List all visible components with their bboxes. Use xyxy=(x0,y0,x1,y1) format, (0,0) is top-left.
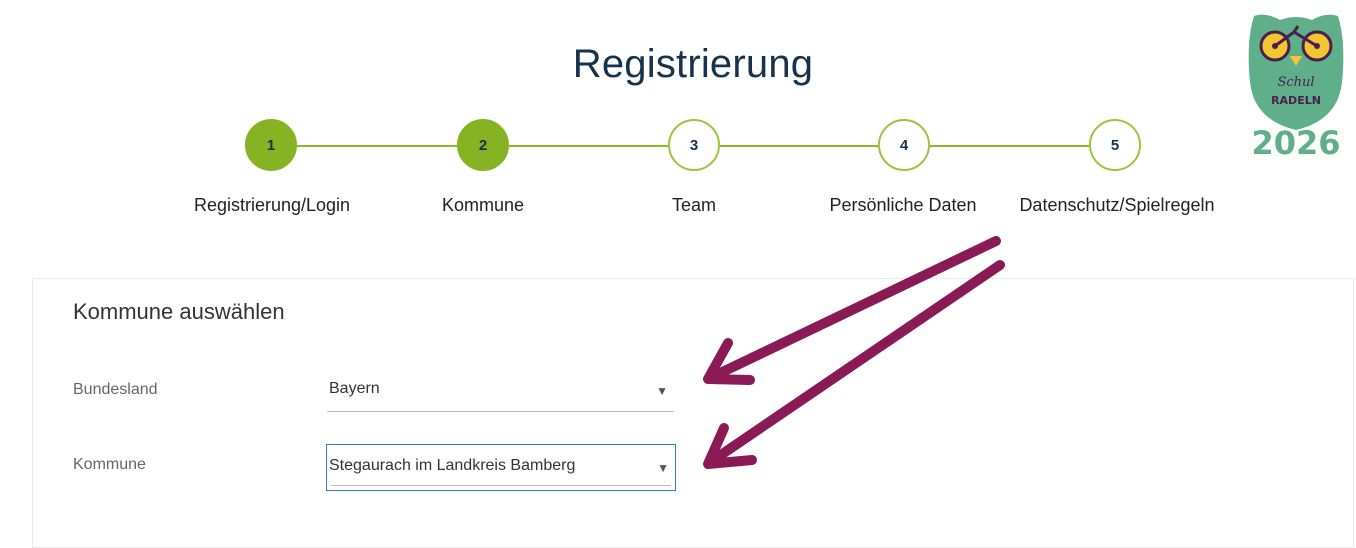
step-connector xyxy=(720,145,878,147)
step-5-label[interactable]: Datenschutz/Spielregeln xyxy=(997,195,1237,216)
select-underline xyxy=(327,411,674,412)
step-1-circle[interactable]: 1 xyxy=(245,119,297,171)
registration-stepper: 1 2 3 4 5 Registrierung/Login Kommune Te… xyxy=(0,0,1356,230)
step-connector xyxy=(509,145,668,147)
schulradeln-logo: Schul RADELN 2026 xyxy=(1248,14,1344,162)
step-2-number: 2 xyxy=(478,136,488,154)
logo-text-radeln: RADELN xyxy=(1271,94,1321,107)
form-title: Kommune auswählen xyxy=(73,299,285,324)
step-1-number: 1 xyxy=(266,136,276,154)
logo-year: 2026 xyxy=(1251,124,1340,162)
step-3-label[interactable]: Team xyxy=(574,195,814,216)
step-4-label[interactable]: Persönliche Daten xyxy=(783,195,1023,216)
step-4-number: 4 xyxy=(899,136,909,154)
step-connector xyxy=(930,145,1089,147)
step-3-circle[interactable]: 3 xyxy=(668,119,720,171)
step-1-label[interactable]: Registrierung/Login xyxy=(152,195,392,216)
kommune-label: Kommune xyxy=(73,456,146,473)
step-3-number: 3 xyxy=(689,136,699,154)
kommune-select[interactable]: Stegaurach im Landkreis Bamberg ▼ xyxy=(326,444,676,491)
step-2-label[interactable]: Kommune xyxy=(363,195,603,216)
chevron-down-icon: ▼ xyxy=(656,384,668,398)
bundesland-value: Bayern xyxy=(329,380,380,397)
chevron-down-icon: ▼ xyxy=(657,461,669,475)
select-underline xyxy=(331,485,671,486)
bundesland-select[interactable]: Bayern ▼ xyxy=(327,368,674,412)
step-4-circle[interactable]: 4 xyxy=(878,119,930,171)
bundesland-label: Bundesland xyxy=(73,381,158,398)
logo-text-schul: Schul xyxy=(1277,75,1314,90)
step-connector xyxy=(297,145,457,147)
step-5-circle[interactable]: 5 xyxy=(1089,119,1141,171)
step-2-circle[interactable]: 2 xyxy=(457,119,509,171)
kommune-value: Stegaurach im Landkreis Bamberg xyxy=(329,457,576,474)
step-5-number: 5 xyxy=(1110,136,1120,154)
